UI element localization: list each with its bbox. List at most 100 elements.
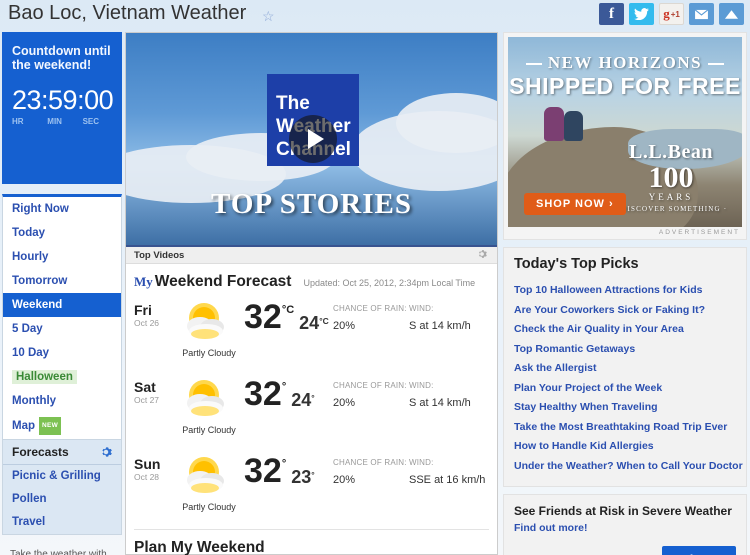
sidebar-item-5-day[interactable]: 5 Day [3,317,121,341]
wind-label: WIND: [409,458,434,467]
wind-stat: WIND: SSE at 16 km/h [409,458,485,486]
temp-high-unit: °C [281,304,295,316]
email-share-icon[interactable] [689,3,714,25]
day-temps: 32 °C 24 °C [244,300,329,334]
countdown-unit-hr: HR [12,117,24,126]
countdown-units: HR MIN SEC [12,117,112,126]
list-item[interactable]: Take the Most Breathtaking Road Trip Eve… [514,418,736,438]
sidebar-item-hourly[interactable]: Hourly [3,245,121,269]
shop-now-button[interactable]: SHOP NOW › [524,193,626,215]
friends-signup-row: Sign up for My Friends' Weather! f Log I… [514,546,736,555]
find-out-more-link[interactable]: Find out more! [514,522,736,534]
new-badge: NEW [39,417,62,435]
weather-page: Bao Loc, Vietnam Weather ☆ f g +1 Countdo… [0,0,750,555]
wind-value: SSE at 16 km/h [409,474,486,486]
nav-label: Map [12,420,35,433]
wind-value: S at 14 km/h [409,397,471,409]
gear-icon[interactable] [100,446,112,458]
table-row[interactable]: Sun Oct 28 Partly Cloudy 32 ° 23 ° CHANC… [126,450,497,527]
logo-line-1: The [276,93,310,114]
sidebar-item-10-day[interactable]: 10 Day [3,341,121,365]
day-date: Oct 27 [134,395,160,405]
wind-stat: WIND: S at 14 km/h [409,304,471,332]
ad-hiker-decoration [544,107,564,141]
list-item[interactable]: Top 10 Halloween Attractions for Kids [514,281,736,301]
my-mark: My [134,274,153,289]
facebook-share-icon[interactable]: f [599,3,624,25]
partly-cloudy-icon [176,298,238,348]
ad-tagline: · DISCOVER SOMETHING · [614,205,728,213]
list-item[interactable]: Are Your Coworkers Sick or Faking It? [514,301,736,321]
list-item[interactable]: Stay Healthy When Traveling [514,398,736,418]
take-weather-title: Take the weather with me: [10,549,107,555]
day-name: Fri [134,302,152,318]
video-player[interactable]: The Weather Channel TOP STORIES [126,33,497,245]
nav-label: 5 Day [12,323,43,335]
sidebar-item-halloween[interactable]: Halloween [3,365,121,389]
countdown-unit-min: MIN [47,117,62,126]
todays-top-picks: Today's Top Picks Top 10 Halloween Attra… [503,247,747,487]
table-row[interactable]: Sat Oct 27 Partly Cloudy 32 ° 24 ° CHANC… [126,373,497,450]
sidebar-item-today[interactable]: Today [3,221,121,245]
temp-low-unit: ° [311,393,315,403]
countdown-unit-sec: SEC [82,117,100,126]
sidebar-item-picnic-grilling[interactable]: Picnic & Grilling [3,465,121,488]
sidebar-item-travel[interactable]: Travel [3,511,121,534]
list-item[interactable]: How to Handle Kid Allergies [514,437,736,457]
rain-label: CHANCE OF RAIN: [333,304,407,313]
facebook-login-button[interactable]: f Log In [662,546,736,555]
plan-my-weekend-title: Plan My Weekend [134,539,265,555]
partly-cloudy-icon [176,452,238,502]
wind-label: WIND: [409,381,434,390]
rain-value: 20% [333,397,356,409]
rain-stat: CHANCE OF RAIN: 20% [333,304,407,332]
list-item[interactable]: Ask the Allergist [514,359,736,379]
sidebar-item-monthly[interactable]: Monthly [3,389,121,413]
temp-low-unit: ° [311,470,315,480]
temp-low: 24 [299,313,320,333]
partly-cloudy-icon [176,375,238,425]
play-icon[interactable] [289,115,337,163]
sidebar-item-pollen[interactable]: Pollen [3,488,121,511]
take-weather-section: Take the weather with me: ▮ Mobile ▣ Des… [2,549,122,555]
rain-value: 20% [333,320,356,332]
forecast-nav: Right Now Today Hourly Tomorrow Weekend … [2,194,122,440]
wind-stat: WIND: S at 14 km/h [409,381,471,409]
rain-stat: CHANCE OF RAIN: 20% [333,381,407,409]
advertisement-label: ADVERTISEMENT [658,229,740,236]
list-item[interactable]: Under the Weather? When to Call Your Doc… [514,457,743,477]
advertisement: NEW HORIZONS SHIPPED FOR FREE L.L.Bean 1… [503,32,747,240]
countdown-title: Countdown until the weekend! [12,44,111,72]
table-row[interactable]: Fri Oct 26 Partly Cloudy 32 °C 24 °C CHA… [126,296,497,373]
list-item[interactable]: Top Romantic Getaways [514,340,736,360]
temp-high: 32 [244,298,282,336]
sidebar-item-weekend[interactable]: Weekend [3,293,121,317]
star-icon[interactable]: ☆ [262,9,276,23]
friends-weather-promo: See Friends at Risk in Severe Weather Fi… [503,494,747,555]
day-name: Sat [134,379,156,395]
googleplus-share-icon[interactable]: g +1 [659,3,684,25]
day-temps: 32 ° 24 ° [244,377,315,411]
ad-anniversary-number: 100 [648,161,694,194]
sidebar-item-map[interactable]: Map NEW [3,413,121,439]
list-item[interactable]: Check the Air Quality in Your Area [514,320,736,340]
nav-label: Today [12,227,46,239]
nav-label: Tomorrow [12,275,68,287]
temp-low: 24 [291,390,312,410]
twitter-share-icon[interactable] [629,3,654,25]
list-item[interactable]: Plan Your Project of the Week [514,379,736,399]
temp-low-unit: °C [319,316,329,326]
ad-creative[interactable]: NEW HORIZONS SHIPPED FOR FREE L.L.Bean 1… [508,37,742,227]
print-share-icon[interactable] [719,3,744,25]
rain-label: CHANCE OF RAIN: [333,381,407,390]
top-videos-bar: Top Videos [126,245,497,264]
gear-icon[interactable] [477,249,489,261]
day-name: Sun [134,456,161,472]
sidebar-item-right-now[interactable]: Right Now [3,197,121,221]
sidebar-item-tomorrow[interactable]: Tomorrow [3,269,121,293]
forecasts-title: Forecasts [12,445,69,459]
rain-label: CHANCE OF RAIN: [333,458,407,467]
day-condition: Partly Cloudy [182,348,236,358]
right-sidebar: NEW HORIZONS SHIPPED FOR FREE L.L.Bean 1… [503,32,747,555]
day-condition: Partly Cloudy [182,425,236,435]
